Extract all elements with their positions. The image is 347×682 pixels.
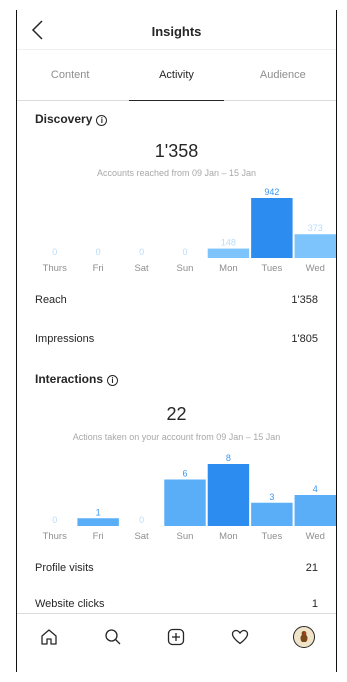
value-label: 942 xyxy=(264,187,279,197)
home-icon xyxy=(41,629,57,645)
page-title: Insights xyxy=(151,24,202,39)
reach-value: 1'358 xyxy=(291,294,318,306)
profile-visits-row: Profile visits 21 xyxy=(35,562,318,582)
discovery-subtitle: Accounts reached from 09 Jan – 15 Jan xyxy=(96,168,257,178)
interactions-chart: 0 Thurs 1 Fri 0 Sat 6 Sun 8 Mon 3 Tues 4 Wed xyxy=(33,448,336,544)
rooster-avatar-image xyxy=(300,631,308,642)
chart-svg: 0 Thurs 1 Fri 0 Sat 6 Sun 8 Mon 3 Tues 4 Wed xyxy=(43,453,336,542)
interactions-title: Interactions xyxy=(35,372,104,386)
category-label: Thurs xyxy=(43,263,68,274)
value-label: 373 xyxy=(308,223,323,233)
bar-mon xyxy=(207,464,250,526)
interactions-total: 22 xyxy=(166,404,187,424)
header: Insights xyxy=(17,10,336,50)
bar-tues xyxy=(251,502,293,526)
website-clicks-value: 1 xyxy=(311,598,318,610)
tab-bar: Content Activity Audience xyxy=(17,51,336,101)
category-label: Mon xyxy=(219,263,237,274)
value-label: 3 xyxy=(269,492,274,502)
discovery-title: Discovery xyxy=(35,112,93,126)
category-label: Sat xyxy=(134,263,149,274)
nav-home[interactable] xyxy=(38,626,60,648)
impressions-row: Impressions 1'805 xyxy=(35,333,318,353)
category-label: Sat xyxy=(134,531,149,542)
bar-wed xyxy=(294,234,336,258)
discovery-chart: 0 Thurs 0 Fri 0 Sat 0 Sun 148 Mon 942 Tues 373 Wed xyxy=(33,182,336,274)
value-label: 0 xyxy=(139,247,144,257)
nav-activity[interactable] xyxy=(229,626,251,648)
value-label: 0 xyxy=(96,247,101,257)
profile-visits-label: Profile visits xyxy=(35,562,94,574)
reach-label: Reach xyxy=(35,294,67,306)
heart-icon xyxy=(232,629,249,645)
category-label: Sun xyxy=(177,263,194,274)
bar-sun xyxy=(164,479,206,526)
value-label: 6 xyxy=(182,469,187,479)
screen: Insights Content Activity Audience Disco… xyxy=(16,10,337,672)
category-label: Wed xyxy=(306,263,325,274)
info-icon[interactable]: i xyxy=(107,375,119,386)
value-label: 0 xyxy=(182,247,187,257)
interactions-section-title: Interactions i xyxy=(35,372,119,386)
value-label: 1 xyxy=(96,507,101,517)
website-clicks-label: Website clicks xyxy=(35,598,105,610)
category-label: Sun xyxy=(177,531,194,542)
tab-activity[interactable]: Activity xyxy=(123,51,229,101)
nav-add[interactable] xyxy=(165,626,187,648)
bar-fri xyxy=(77,518,119,526)
profile-avatar xyxy=(293,626,316,648)
tab-content[interactable]: Content xyxy=(17,51,123,100)
bar-wed xyxy=(294,495,336,526)
category-label: Tues xyxy=(261,531,282,542)
tab-audience[interactable]: Audience xyxy=(230,51,336,100)
category-label: Fri xyxy=(93,531,104,542)
nav-search[interactable] xyxy=(102,626,124,648)
category-label: Fri xyxy=(93,263,104,274)
category-label: Wed xyxy=(306,531,325,542)
category-label: Thurs xyxy=(43,531,68,542)
interactions-subtitle: Actions taken on your account from 09 Ja… xyxy=(72,432,281,442)
nav-profile[interactable] xyxy=(293,626,316,648)
reach-row: Reach 1'358 xyxy=(35,294,318,314)
value-label: 0 xyxy=(52,515,57,525)
chart-svg: 0 Thurs 0 Fri 0 Sat 0 Sun 148 Mon 942 Tues 373 Wed xyxy=(43,187,336,274)
bottom-nav xyxy=(17,613,336,663)
search-icon xyxy=(105,629,121,645)
value-label: 4 xyxy=(313,484,318,494)
value-label: 0 xyxy=(52,247,57,257)
category-label: Tues xyxy=(261,263,282,274)
value-label: 0 xyxy=(139,515,144,525)
discovery-total: 1'358 xyxy=(154,141,199,161)
impressions-label: Impressions xyxy=(35,333,95,345)
category-label: Mon xyxy=(219,531,237,542)
bar-mon xyxy=(207,248,250,258)
add-icon xyxy=(168,628,185,646)
discovery-section-title: Discovery i xyxy=(35,112,108,126)
value-label: 8 xyxy=(226,453,231,463)
info-icon[interactable]: i xyxy=(96,115,108,126)
bar-tues xyxy=(251,198,293,258)
impressions-value: 1'805 xyxy=(291,333,318,345)
value-label: 148 xyxy=(221,238,236,248)
profile-visits-value: 21 xyxy=(305,562,318,574)
